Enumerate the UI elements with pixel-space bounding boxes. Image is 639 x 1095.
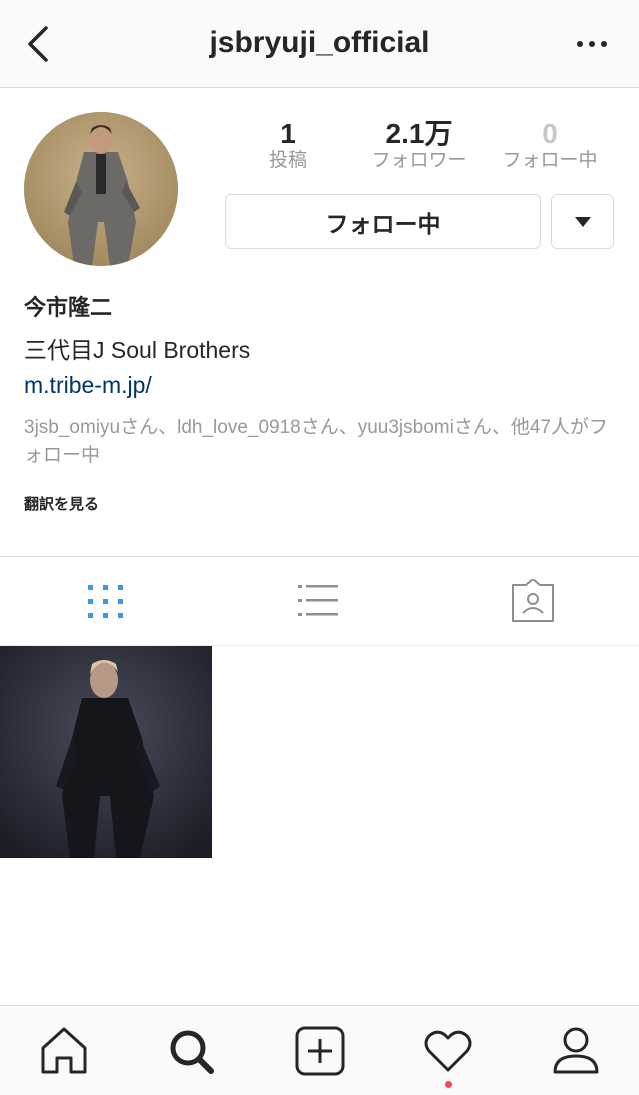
posts-stat: 1 投稿 <box>248 118 328 172</box>
top-bar: jsbryuji_official <box>0 0 639 88</box>
caret-down-icon <box>574 216 591 227</box>
tab-tagged[interactable] <box>509 578 557 627</box>
following-count: 0 <box>542 118 558 149</box>
profile-avatar[interactable] <box>24 112 178 266</box>
activity-notification-dot <box>445 1081 452 1088</box>
tab-list[interactable] <box>294 579 342 627</box>
nav-activity[interactable] <box>421 1024 475 1078</box>
tagged-icon <box>512 578 554 622</box>
followers-label: フォロワー <box>371 150 467 171</box>
search-icon <box>170 1030 214 1074</box>
posts-label: 投稿 <box>268 150 307 171</box>
see-translation-link[interactable]: 翻訳を見る <box>24 493 99 514</box>
followers-count: 2.1万 <box>385 118 453 149</box>
following-stat[interactable]: 0 フォロー中 <box>492 118 608 172</box>
post-thumbnail[interactable] <box>0 646 212 858</box>
more-options-button[interactable] <box>572 30 612 58</box>
more-horizontal-icon <box>577 41 607 47</box>
nav-add-post[interactable] <box>293 1024 347 1078</box>
home-icon <box>41 1027 87 1074</box>
profile-icon <box>553 1027 599 1074</box>
grid-icon <box>88 585 123 618</box>
page-title: jsbryuji_official <box>209 26 430 59</box>
post-photo <box>0 646 212 858</box>
nav-search[interactable] <box>164 1024 218 1078</box>
suggestions-dropdown-button[interactable] <box>551 194 614 249</box>
list-icon <box>298 585 338 616</box>
nav-home[interactable] <box>37 1024 91 1078</box>
followers-stat[interactable]: 2.1万 フォロワー <box>360 118 478 172</box>
profile-name: 今市隆二 <box>24 295 113 320</box>
bottom-navigation <box>0 1005 639 1095</box>
profile-description: 三代目J Soul Brothers <box>24 337 251 363</box>
profile-website-link[interactable]: m.tribe-m.jp/ <box>24 372 152 399</box>
followed-by-text[interactable]: 3jsb_omiyuさん、ldh_love_0918さん、yuu3jsbomiさ… <box>24 414 616 470</box>
following-label: フォロー中 <box>502 150 598 171</box>
posts-count: 1 <box>280 118 296 149</box>
avatar-photo <box>24 112 178 266</box>
following-button[interactable]: フォロー中 <box>225 194 541 249</box>
add-post-icon <box>295 1026 345 1076</box>
tab-grid[interactable] <box>82 579 130 627</box>
nav-profile[interactable] <box>549 1024 603 1078</box>
heart-icon <box>424 1030 472 1072</box>
profile-tab-bar <box>0 556 639 646</box>
